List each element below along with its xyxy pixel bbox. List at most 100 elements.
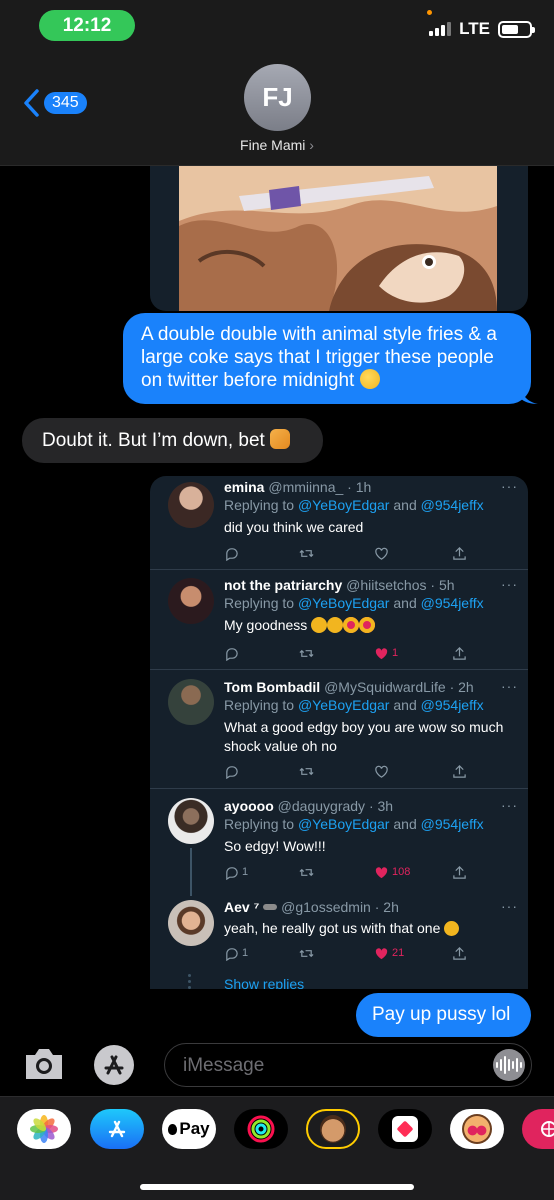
memoji-icon[interactable] — [450, 1109, 504, 1149]
app-store-button[interactable] — [94, 1045, 134, 1085]
retweet-button[interactable] — [299, 863, 314, 881]
like-count: 1 — [392, 647, 399, 659]
more-options-icon[interactable]: ··· — [501, 797, 518, 813]
message-text: Doubt it. But I’m down, bet — [42, 430, 265, 451]
outgoing-message[interactable]: Pay up pussy lol — [356, 993, 531, 1037]
photos-icon[interactable] — [17, 1109, 71, 1149]
retweet-button[interactable] — [299, 544, 314, 562]
avatar — [168, 679, 214, 725]
more-options-icon[interactable]: ··· — [501, 898, 518, 914]
share-button[interactable] — [452, 863, 467, 881]
reply-button[interactable]: 1 — [224, 863, 248, 881]
replying-to: Replying to @YeBoyEdgar and @954jeffx — [224, 595, 484, 611]
show-replies-link[interactable]: Show replies — [224, 976, 304, 989]
more-options-icon[interactable]: ··· — [501, 678, 518, 694]
reply-button[interactable] — [224, 544, 239, 562]
like-button[interactable]: 1 — [374, 644, 398, 662]
retweet-icon — [299, 868, 314, 876]
like-count: 21 — [392, 947, 405, 959]
share-button[interactable] — [452, 644, 467, 662]
avatar — [168, 578, 214, 624]
network-type: LTE — [459, 19, 490, 38]
like-count: 108 — [392, 866, 411, 878]
audio-message-icon[interactable] — [493, 1049, 525, 1081]
avatar — [168, 798, 214, 844]
memoji-sticker-icon[interactable] — [306, 1109, 360, 1149]
apple-pay-icon[interactable]: Pay — [162, 1109, 216, 1149]
tweet-author-name: ayoooo — [224, 798, 274, 814]
message-input-field[interactable] — [164, 1043, 532, 1087]
incoming-message[interactable]: Doubt it. But I’m down, bet — [22, 418, 323, 463]
share-button[interactable] — [452, 762, 467, 780]
chevron-right-icon: › — [309, 137, 314, 153]
tweet-author-name: not the patriarchy — [224, 577, 343, 593]
replying-to: Replying to @YeBoyEdgar and @954jeffx — [224, 497, 484, 513]
activity-icon[interactable] — [234, 1109, 288, 1149]
reply-button[interactable] — [224, 762, 239, 780]
more-options-icon[interactable]: ··· — [501, 478, 518, 494]
reply-icon — [226, 647, 238, 661]
status-icons: LTE — [429, 17, 535, 41]
imessage-input[interactable] — [183, 1053, 473, 1079]
retweet-button[interactable] — [299, 944, 314, 962]
like-button[interactable]: 108 — [374, 863, 410, 881]
reply-icon — [226, 547, 238, 561]
contact-avatar[interactable]: FJ — [244, 64, 311, 131]
handshake-emoji-icon — [270, 429, 291, 449]
retweet-icon — [299, 549, 314, 557]
tweet-actions — [224, 544, 474, 562]
contact-name-button[interactable]: Fine Mami › — [0, 137, 554, 153]
tweet-item: emina @mmiinna_ · 1h ··· Replying to @Ye… — [150, 476, 528, 570]
shushing-face-emoji-icon — [444, 921, 460, 936]
heart-filled-icon — [375, 866, 388, 878]
unread-count-badge: 345 — [44, 92, 87, 114]
bubble-tail-icon — [520, 386, 538, 404]
tweet-item: not the patriarchy @hiitsetchos · 5h ···… — [150, 570, 528, 670]
retweet-icon — [299, 767, 314, 775]
retweet-button[interactable] — [299, 644, 314, 662]
outgoing-message[interactable]: A double double with animal style fries … — [123, 313, 538, 404]
digital-touch-icon[interactable] — [378, 1109, 432, 1149]
camera-icon[interactable] — [22, 1045, 66, 1083]
image-attachment[interactable] — [150, 166, 528, 311]
like-button[interactable] — [374, 544, 389, 562]
skateboard-emoji-icon — [263, 904, 278, 910]
contact-name: Fine Mami — [240, 137, 306, 153]
like-button[interactable]: 21 — [374, 944, 404, 962]
message-text: A double double with animal style fries … — [141, 324, 497, 391]
illustration-image — [179, 166, 497, 311]
app-store-icon[interactable] — [90, 1109, 144, 1149]
tweet-author-handle: @mmiinna_ · 1h — [268, 479, 372, 495]
heart-filled-icon — [375, 647, 388, 659]
replying-to: Replying to @YeBoyEdgar and @954jeffx — [224, 697, 484, 713]
tweet-author-name: Tom Bombadil — [224, 679, 321, 695]
home-indicator[interactable] — [140, 1184, 414, 1190]
retweet-button[interactable] — [299, 762, 314, 780]
tweet-text: So edgy! Wow!!! — [224, 838, 326, 854]
heart-filled-icon — [375, 947, 388, 959]
tweet-author-handle: @hiitsetchos · 5h — [346, 577, 455, 593]
web-search-icon[interactable] — [522, 1109, 554, 1149]
reply-button[interactable] — [224, 644, 239, 662]
share-icon — [453, 646, 466, 660]
reply-count: 1 — [242, 866, 249, 878]
share-button[interactable] — [452, 944, 467, 962]
tweet-text: What a good edgy boy you are wow so much… — [224, 719, 504, 754]
crying-face-emoji-icon — [327, 617, 344, 633]
cellular-signal-icon — [429, 22, 452, 36]
more-options-icon[interactable]: ··· — [501, 576, 518, 592]
status-time[interactable]: 12:12 — [39, 10, 135, 41]
tweet-item: Aev ⁷ @g1ossedmin · 2h ··· yeah, he real… — [150, 894, 528, 976]
share-button[interactable] — [452, 544, 467, 562]
tweet-replies-screenshot[interactable]: emina @mmiinna_ · 1h ··· Replying to @Ye… — [150, 476, 528, 989]
tweet-text: My goodness — [224, 617, 308, 633]
like-button[interactable] — [374, 762, 389, 780]
battery-icon — [498, 20, 535, 38]
thread-dots — [188, 974, 192, 989]
avatar — [168, 482, 214, 528]
tweet-author-name: Aev ⁷ — [224, 899, 260, 915]
share-icon — [453, 946, 466, 960]
heart-icon — [375, 765, 388, 778]
back-button[interactable]: 345 — [22, 88, 87, 118]
reply-button[interactable]: 1 — [224, 944, 248, 962]
